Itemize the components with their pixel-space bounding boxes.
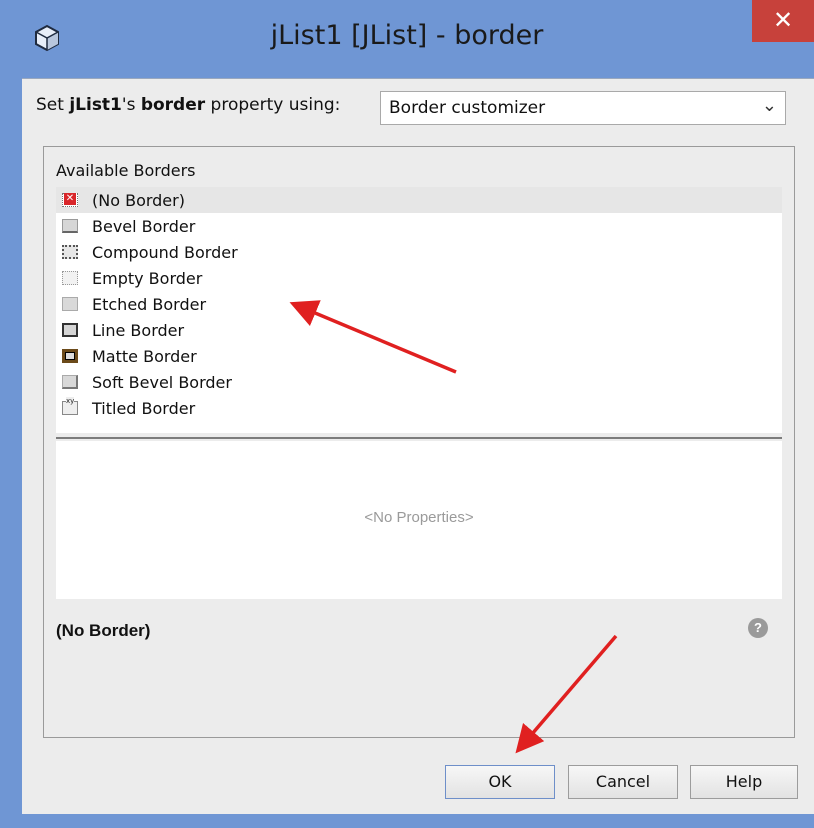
list-item-titled-border[interactable]: Titled Border bbox=[56, 395, 782, 421]
component-name: jList1 bbox=[69, 95, 122, 115]
border-properties-area: <No Properties> bbox=[56, 441, 782, 599]
list-item-label: Soft Bevel Border bbox=[92, 372, 232, 392]
ok-button[interactable]: OK bbox=[445, 765, 555, 799]
border-customizer-panel: Available Borders (No Border) Bevel Bord… bbox=[43, 146, 795, 738]
selected-border-name: (No Border) bbox=[56, 621, 151, 640]
list-item-label: Line Border bbox=[92, 320, 185, 340]
list-item-label: Empty Border bbox=[92, 268, 203, 288]
list-item-label: Etched Border bbox=[92, 294, 207, 314]
list-item-etched-border[interactable]: Etched Border bbox=[56, 291, 782, 317]
list-item-label: (No Border) bbox=[92, 190, 185, 210]
editor-mode-select[interactable]: Border customizer ⌄ bbox=[380, 91, 786, 125]
title-bar[interactable]: jList1 [JList] - border ✕ bbox=[0, 0, 814, 78]
list-item-label: Matte Border bbox=[92, 346, 197, 366]
list-item-label: Compound Border bbox=[92, 242, 238, 262]
list-item-no-border[interactable]: (No Border) bbox=[56, 187, 782, 213]
available-borders-label: Available Borders bbox=[56, 161, 196, 180]
list-item-compound-border[interactable]: Compound Border bbox=[56, 239, 782, 265]
cancel-button[interactable]: Cancel bbox=[568, 765, 678, 799]
window-title: jList1 [JList] - border bbox=[270, 20, 544, 51]
close-button[interactable]: ✕ bbox=[752, 0, 814, 42]
list-item-line-border[interactable]: Line Border bbox=[56, 317, 782, 343]
no-border-icon bbox=[62, 193, 78, 207]
list-item-label: Titled Border bbox=[92, 398, 196, 418]
property-mode-label: Set jList1's border property using: bbox=[36, 95, 340, 115]
list-item-matte-border[interactable]: Matte Border bbox=[56, 343, 782, 369]
chevron-down-icon[interactable]: ⌄ bbox=[762, 95, 777, 116]
list-item-label: Bevel Border bbox=[92, 216, 196, 236]
set-prefix: Set bbox=[36, 95, 70, 115]
no-properties-text: <No Properties> bbox=[364, 509, 474, 526]
splitter-divider[interactable] bbox=[56, 437, 782, 439]
empty-border-icon bbox=[62, 271, 78, 285]
matte-border-icon bbox=[62, 349, 78, 363]
list-item-empty-border[interactable]: Empty Border bbox=[56, 265, 782, 291]
dialog-content: Set jList1's border property using: Bord… bbox=[22, 78, 814, 814]
help-icon[interactable]: ? bbox=[748, 618, 768, 638]
list-item-bevel-border[interactable]: Bevel Border bbox=[56, 213, 782, 239]
help-button[interactable]: Help bbox=[690, 765, 798, 799]
bevel-border-icon bbox=[62, 219, 78, 233]
compound-border-icon bbox=[62, 245, 78, 259]
list-item-soft-bevel-border[interactable]: Soft Bevel Border bbox=[56, 369, 782, 395]
soft-bevel-border-icon bbox=[62, 375, 78, 389]
set-suffix: property using: bbox=[205, 95, 341, 115]
etched-border-icon bbox=[62, 297, 78, 311]
dialog-window: jList1 [JList] - border ✕ Set jList1's b… bbox=[0, 0, 814, 828]
titled-border-icon bbox=[62, 397, 78, 415]
line-border-icon bbox=[62, 323, 78, 337]
available-borders-list[interactable]: (No Border) Bevel Border Compound Border… bbox=[56, 187, 782, 433]
editor-mode-value: Border customizer bbox=[389, 98, 546, 118]
possessive: 's bbox=[121, 95, 141, 115]
property-name: border bbox=[140, 95, 206, 115]
